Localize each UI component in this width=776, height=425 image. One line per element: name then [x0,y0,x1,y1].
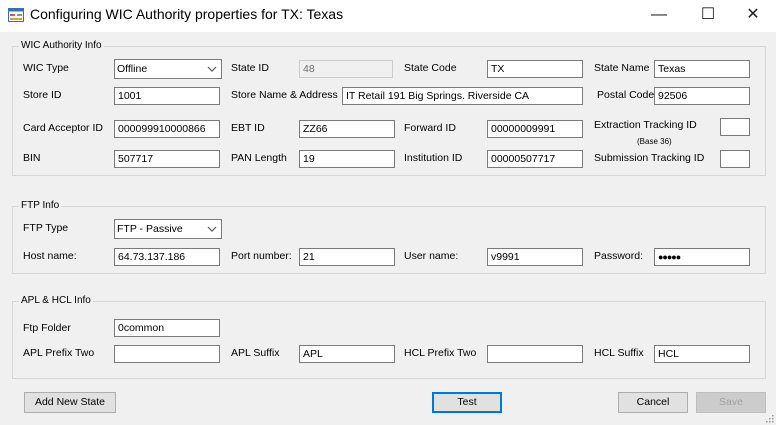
wic-authority-legend: WIC Authority Info [19,40,104,51]
apl-suffix-label: APL Suffix [231,347,280,359]
add-new-state-button[interactable]: Add New State [24,392,116,413]
password-label: Password: [594,250,644,262]
ebt-id-field[interactable]: ZZ66 [299,120,395,138]
user-name-label: User name: [404,250,459,262]
institution-id-field[interactable]: 00000507717 [487,150,583,168]
close-button[interactable]: ✕ [730,0,776,32]
ftp-info-legend: FTP Info [19,200,62,211]
chevron-down-icon [207,226,217,232]
wic-type-dropdown[interactable]: Offline [114,59,222,79]
store-id-label: Store ID [23,89,62,101]
hcl-suffix-field[interactable]: HCL [654,345,750,363]
cancel-button[interactable]: Cancel [618,392,688,413]
pan-length-field[interactable]: 19 [299,150,395,168]
state-id-field[interactable]: 48 [299,60,393,78]
ftp-type-dropdown[interactable]: FTP - Passive [114,219,222,239]
ftp-folder-label: Ftp Folder [23,322,71,334]
institution-id-label: Institution ID [404,152,463,164]
title-bar: Configuring WIC Authority properties for… [0,0,776,32]
host-name-label: Host name: [23,250,77,262]
chevron-down-icon [207,66,217,72]
card-acceptor-field[interactable]: 000099910000866 [114,120,220,138]
bin-label: BIN [23,152,41,164]
state-name-label: State Name [594,62,650,74]
app-window-icon [8,8,24,22]
extraction-tracking-sublabel: (Base 36) [637,137,672,146]
ftp-type-label: FTP Type [23,222,69,234]
apl-prefix-two-field[interactable] [114,345,220,363]
submission-tracking-field[interactable] [720,150,750,168]
store-name-field[interactable]: IT Retail 191 Big Springs. Riverside CA [342,87,583,105]
test-button[interactable]: Test [432,392,502,413]
port-number-label: Port number: [231,250,292,262]
state-name-field[interactable]: Texas [654,60,750,78]
user-name-field[interactable]: v9991 [487,248,583,266]
minimize-button[interactable]: — [636,0,682,32]
forward-id-field[interactable]: 00000009991 [487,120,583,138]
state-id-label: State ID [231,62,269,74]
store-name-label: Store Name & Address [231,89,338,101]
password-field[interactable]: ●●●●● [654,248,750,266]
maximize-button[interactable]: ☐ [685,0,731,32]
submission-tracking-label: Submission Tracking ID [594,152,705,164]
apl-prefix-two-label: APL Prefix Two [23,347,95,359]
wic-type-label: WIC Type [23,62,69,74]
apl-hcl-legend: APL & HCL Info [19,295,93,306]
state-code-field[interactable]: TX [487,60,583,78]
hcl-prefix-two-field[interactable] [487,345,583,363]
postal-code-field[interactable]: 92506 [654,87,750,105]
wic-type-value: Offline [117,63,148,75]
ftp-folder-field[interactable]: 0common [114,319,220,337]
dialog-body: WIC Authority Info WIC Type Offline Stat… [0,32,776,425]
window-title: Configuring WIC Authority properties for… [30,6,344,22]
postal-code-label: Postal Code [597,89,655,101]
ftp-info-group: FTP Info FTP Type FTP - Passive Host nam… [12,200,766,274]
ebt-id-label: EBT ID [231,122,265,134]
pan-length-label: PAN Length [231,152,287,164]
bin-field[interactable]: 507717 [114,150,220,168]
apl-suffix-field[interactable]: APL [299,345,395,363]
save-button[interactable]: Save [696,392,766,413]
forward-id-label: Forward ID [404,122,456,134]
hcl-prefix-two-label: HCL Prefix Two [404,347,477,359]
port-number-field[interactable]: 21 [299,248,395,266]
apl-hcl-group: APL & HCL Info Ftp Folder 0common APL Pr… [12,295,766,379]
card-acceptor-label: Card Acceptor ID [23,122,103,134]
extraction-tracking-field[interactable] [720,118,750,136]
hcl-suffix-label: HCL Suffix [594,347,644,359]
store-id-field[interactable]: 1001 [114,87,220,105]
wic-authority-group: WIC Authority Info WIC Type Offline Stat… [12,40,766,176]
host-name-field[interactable]: 64.73.137.186 [114,248,220,266]
ftp-type-value: FTP - Passive [117,223,183,235]
state-code-label: State Code [404,62,457,74]
resize-grip-icon[interactable] [764,413,774,423]
extraction-tracking-label: Extraction Tracking ID [594,119,697,131]
